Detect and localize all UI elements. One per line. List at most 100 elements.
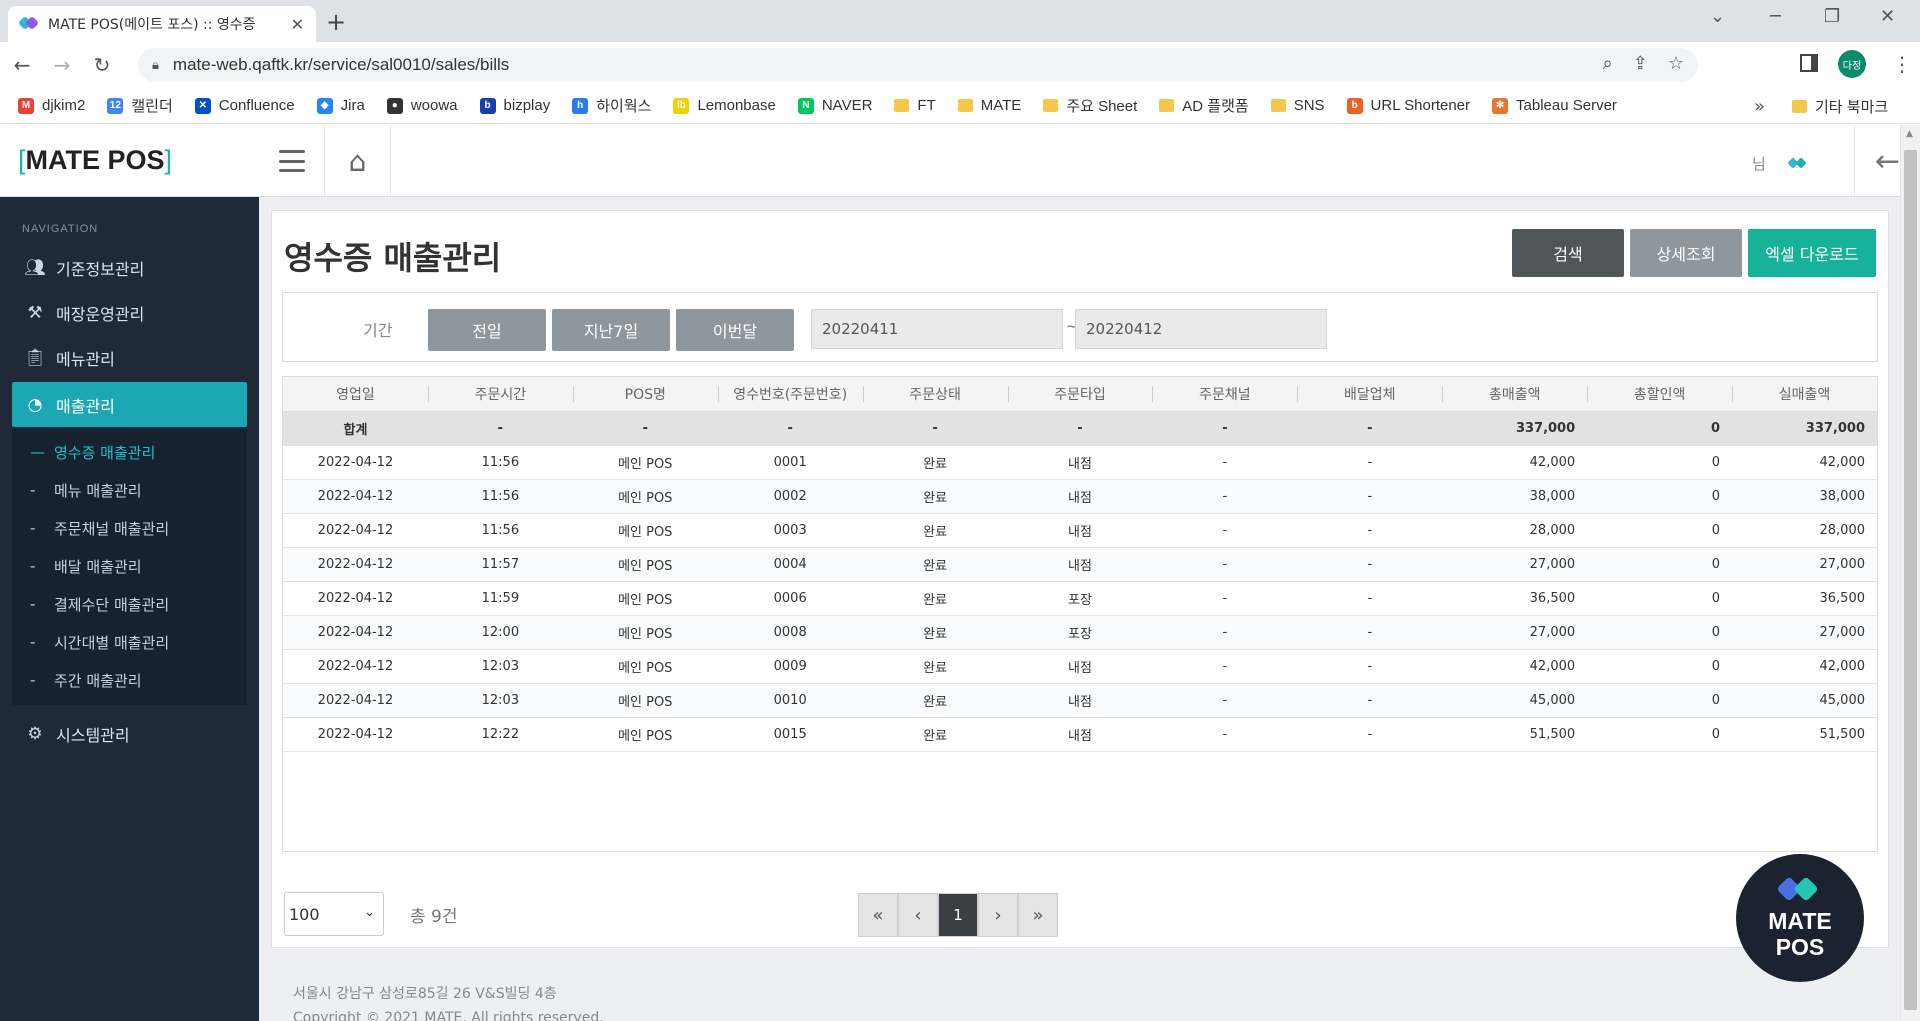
- close-window-icon[interactable]: ✕: [1880, 6, 1895, 27]
- last-7-days-button[interactable]: 지난7일: [552, 309, 670, 351]
- table-row[interactable]: 2022-04-12 11:56 메인 POS 0001 완료 내점 - -42,000 0 42…: [283, 445, 1877, 480]
- table-row[interactable]: 2022-04-12 11:59 메인 POS 0006 완료 포장 - -36,500 0 36…: [283, 581, 1877, 616]
- column-header[interactable]: 주문시간: [427, 377, 573, 412]
- bookmark-item[interactable]: h 하이웍스: [572, 95, 651, 116]
- sidebar-item-sales[interactable]: ◔ 매출관리: [12, 382, 247, 427]
- bookmarks-bar: Mdjkim2 12 캘린더 ✕ Confluence ◆ Jira ● woowa b bizpl…: [0, 88, 1920, 124]
- browser-tab[interactable]: MATE POS(메이트 포스) :: 영수증 ✕: [8, 6, 316, 42]
- table-cell: 27,000: [1442, 615, 1588, 650]
- bookmark-item[interactable]: b bizplay: [479, 97, 550, 114]
- tab-close-icon[interactable]: ✕: [291, 15, 304, 34]
- bookmark-star-icon[interactable]: ☆: [1668, 53, 1684, 74]
- floating-mate-pos-logo[interactable]: MATE POS: [1736, 854, 1864, 982]
- minimize-icon[interactable]: ─: [1770, 6, 1781, 27]
- tools-icon: ⚒: [27, 302, 43, 323]
- bookmark-item[interactable]: 12 캘린더: [107, 95, 173, 116]
- bookmark-item[interactable]: ✕ Confluence: [194, 97, 295, 114]
- page-size-select[interactable]: 100 ⌄: [284, 892, 384, 936]
- home-icon[interactable]: ⌂: [325, 125, 391, 197]
- scrollbar-thumb[interactable]: [1904, 150, 1917, 1010]
- column-header[interactable]: POS명: [572, 377, 718, 412]
- table-row[interactable]: 2022-04-12 12:03 메인 POS 0010 완료 내점 - -45,000 0 45…: [283, 683, 1877, 718]
- brand-logo[interactable]: [MATE POS]: [0, 125, 259, 197]
- column-header[interactable]: 영수번호(주문번호): [717, 377, 863, 412]
- date-to-field[interactable]: 20220412: [1075, 309, 1327, 349]
- last-page-button[interactable]: »: [1018, 893, 1058, 937]
- table-cell: 2022-04-12: [283, 717, 428, 752]
- page-1-button[interactable]: 1: [938, 893, 978, 937]
- share-icon[interactable]: ⇪: [1633, 53, 1648, 74]
- bookmark-item[interactable]: 주요 Sheet: [1043, 95, 1137, 116]
- this-month-button[interactable]: 이번달: [676, 309, 794, 351]
- bookmark-item[interactable]: SNS: [1270, 97, 1325, 114]
- subnav-receipt-sales[interactable]: — 영수증 매출관리: [12, 433, 247, 471]
- user-name[interactable]: 님: [1752, 153, 1766, 174]
- next-page-button[interactable]: ›: [978, 893, 1018, 937]
- forward-icon[interactable]: →: [44, 53, 80, 77]
- subnav-hourly-sales[interactable]: - 시간대별 매출관리: [12, 623, 247, 661]
- column-header[interactable]: 영업일: [283, 377, 428, 412]
- bookmark-item[interactable]: Mdjkim2: [18, 97, 85, 114]
- subnav-payment-sales[interactable]: - 결제수단 매출관리: [12, 585, 247, 623]
- table-row[interactable]: 2022-04-12 12:22 메인 POS 0015 완료 내점 - -51,500 0 51…: [283, 717, 1877, 752]
- column-header[interactable]: 주문채널: [1152, 377, 1298, 412]
- table-row[interactable]: 2022-04-12 11:56 메인 POS 0002 완료 내점 - -38,000 0 38…: [283, 479, 1877, 514]
- bookmark-item[interactable]: b URL Shortener: [1346, 97, 1470, 114]
- tab-title: MATE POS(메이트 포스) :: 영수증: [48, 17, 256, 33]
- bookmark-item[interactable]: ✻ Tableau Server: [1492, 97, 1617, 114]
- bookmark-item[interactable]: MATE: [957, 97, 1021, 114]
- sidebar-item-base-info[interactable]: 👥︎ 기준정보관리: [0, 245, 259, 290]
- column-header[interactable]: 주문타입: [1007, 377, 1153, 412]
- table-row[interactable]: 2022-04-12 11:57 메인 POS 0004 완료 내점 - -27,000 0 27…: [283, 547, 1877, 582]
- new-tab-icon[interactable]: +: [326, 8, 346, 36]
- back-icon[interactable]: ←: [4, 53, 40, 77]
- subnav-menu-sales[interactable]: - 메뉴 매출관리: [12, 471, 247, 509]
- sidebar-item-system[interactable]: ⚙ 시스템관리: [0, 711, 259, 756]
- column-header[interactable]: 총매출액: [1442, 377, 1588, 412]
- bookmark-item[interactable]: FT: [894, 97, 936, 114]
- bookmark-item[interactable]: lb Lemonbase: [673, 97, 776, 114]
- column-header[interactable]: 주문상태: [862, 377, 1008, 412]
- table-row[interactable]: 2022-04-12 12:03 메인 POS 0009 완료 내점 - -42,000 0 42…: [283, 649, 1877, 684]
- date-from-field[interactable]: 20220411: [811, 309, 1063, 349]
- detail-view-button[interactable]: 상세조회: [1630, 229, 1742, 277]
- url-text[interactable]: mate-web.qaftk.kr/service/sal0010/sales/…: [173, 55, 509, 75]
- yesterday-button[interactable]: 전일: [428, 309, 546, 351]
- bookmark-item[interactable]: ● woowa: [386, 97, 458, 114]
- column-header[interactable]: 총할인액: [1587, 377, 1733, 412]
- sidebar-item-store-ops[interactable]: ⚒ 매장운영관리: [0, 290, 259, 335]
- table-cell: 27,000: [1442, 547, 1588, 582]
- reload-icon[interactable]: ↻: [84, 53, 120, 77]
- profile-avatar[interactable]: 다정: [1838, 50, 1866, 78]
- maximize-icon[interactable]: ❐: [1824, 6, 1840, 27]
- excel-download-button[interactable]: 엑셀 다운로드: [1748, 229, 1876, 277]
- hamburger-menu-icon[interactable]: [259, 125, 325, 197]
- page-scrollbar[interactable]: ▲: [1900, 125, 1920, 1021]
- bookmark-item[interactable]: N NAVER: [797, 97, 872, 114]
- table-cell: 27,000: [1732, 547, 1877, 582]
- omnibox[interactable]: 🔒︎ mate-web.qaftk.kr/service/sal0010/sal…: [138, 48, 1698, 82]
- subnav-delivery-sales[interactable]: - 배달 매출관리: [12, 547, 247, 585]
- subnav-weekly-sales[interactable]: - 주간 매출관리: [12, 661, 247, 699]
- other-bookmarks[interactable]: 기타 북마크: [1792, 96, 1888, 117]
- prev-page-button[interactable]: ‹: [898, 893, 938, 937]
- search-button[interactable]: 검색: [1512, 229, 1624, 277]
- first-page-button[interactable]: «: [858, 893, 898, 937]
- table-row[interactable]: 2022-04-12 11:56 메인 POS 0003 완료 내점 - -28,000 0 28…: [283, 513, 1877, 548]
- table-cell: 27,000: [1732, 615, 1877, 650]
- side-panel-icon[interactable]: [1800, 54, 1818, 72]
- bookmarks-overflow-icon[interactable]: »: [1754, 96, 1765, 117]
- sidebar-item-menu[interactable]: 📋︎ 메뉴관리: [0, 335, 259, 380]
- scroll-up-icon[interactable]: ▲: [1906, 129, 1913, 139]
- table-cell: 0: [1587, 513, 1733, 548]
- tab-search-icon[interactable]: ⌄: [1710, 6, 1725, 27]
- zoom-icon[interactable]: ⌕: [1603, 53, 1613, 74]
- table-cell: 12:03: [427, 649, 573, 684]
- column-header[interactable]: 실매출액: [1732, 377, 1877, 412]
- subnav-channel-sales[interactable]: - 주문채널 매출관리: [12, 509, 247, 547]
- bookmark-item[interactable]: AD 플랫폼: [1159, 95, 1249, 116]
- table-row[interactable]: 2022-04-12 12:00 메인 POS 0008 완료 포장 - -27,000 0 27…: [283, 615, 1877, 650]
- column-header[interactable]: 배달업체: [1297, 377, 1443, 412]
- bookmark-item[interactable]: ◆ Jira: [316, 97, 365, 114]
- menu-kebab-icon[interactable]: ⋮: [1892, 52, 1912, 76]
